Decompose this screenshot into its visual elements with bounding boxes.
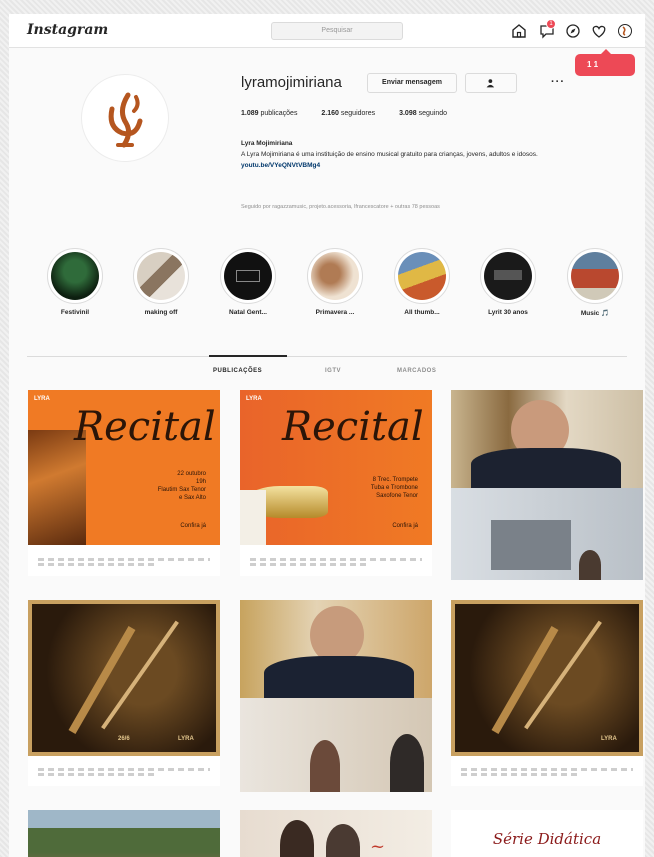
more-options-button[interactable]: ··· xyxy=(551,76,565,88)
instagram-profile-page: Instagram Pesquisar 1 1 1 lyramojimirian… xyxy=(9,14,645,857)
instagram-logo[interactable]: Instagram xyxy=(27,22,108,38)
profile-avatar[interactable] xyxy=(81,74,169,162)
post-concert-cello[interactable]: LYRA 26/6 xyxy=(28,600,220,786)
post-video-call[interactable] xyxy=(451,390,643,580)
home-icon[interactable] xyxy=(511,23,527,39)
followed-by-text[interactable]: Seguido por ragazzamusic, projeto.acesso… xyxy=(241,204,633,210)
highlight-item[interactable]: making off xyxy=(125,248,197,316)
recital-cta: Confira já xyxy=(392,523,418,529)
dm-count-badge: 1 xyxy=(546,19,556,29)
post-serie-didatica[interactable]: Série Didática xyxy=(451,810,643,857)
post-recital-saxophone[interactable]: LYRA Recital 22 outubro 19h Flautim Sax … xyxy=(28,390,220,576)
recital-title: Recital xyxy=(74,404,216,450)
top-navigation-bar: Instagram Pesquisar 1 xyxy=(9,14,645,48)
post-outdoor[interactable] xyxy=(28,810,220,857)
stat-followers[interactable]: 2.160 seguidores xyxy=(321,110,375,117)
highlight-item[interactable]: Primavera ... xyxy=(299,248,371,316)
recital-details: 22 outubro 19h Flautim Sax Tenor e Sax A… xyxy=(157,471,206,501)
post-meta xyxy=(28,552,220,576)
recital-details: 8 Trec. Trompete Tuba e Trombone Saxofon… xyxy=(370,477,418,499)
messenger-icon[interactable]: 1 xyxy=(539,19,556,39)
highlight-item[interactable]: All thumb... xyxy=(386,248,458,316)
post-video-call[interactable] xyxy=(240,600,432,792)
profile-username: lyramojimiriana xyxy=(241,74,342,91)
recital-title: Recital xyxy=(282,404,424,450)
tabs-divider xyxy=(27,356,627,357)
post-concert-cello[interactable]: LYRA xyxy=(451,600,643,786)
post-meta xyxy=(240,552,432,576)
serie-didatica-title: Série Didática xyxy=(492,830,602,848)
stat-following[interactable]: 3.098 seguindo xyxy=(399,110,447,117)
notification-pill[interactable]: 1 1 xyxy=(575,49,635,76)
profile-avatar-icon[interactable] xyxy=(617,23,633,39)
user-check-icon xyxy=(486,79,495,88)
recital-cta: Confira já xyxy=(180,523,206,529)
lyra-logo-icon xyxy=(108,92,143,148)
bio-name: Lyra Mojimiriana xyxy=(241,140,293,147)
explore-icon[interactable] xyxy=(565,23,581,39)
message-button[interactable]: Enviar mensagem xyxy=(367,73,457,93)
highlight-item[interactable]: Lyrit 30 anos xyxy=(472,248,544,316)
active-tab-indicator xyxy=(209,355,287,357)
tab-tagged[interactable]: MARCADOS xyxy=(397,368,436,374)
highlight-item[interactable]: Festivinil xyxy=(39,248,111,316)
tab-posts[interactable]: PUBLICAÇÕES xyxy=(213,368,262,374)
bio-text: A Lyra Mojimiriana é uma instituição de … xyxy=(241,151,538,158)
post-students[interactable]: ~ xyxy=(240,810,432,857)
tab-igtv[interactable]: IGTV xyxy=(325,368,341,374)
following-button[interactable] xyxy=(465,73,517,93)
bio-link[interactable]: youtu.be/VYeQNVtVBMg4 xyxy=(241,160,633,171)
profile-bio: Lyra Mojimiriana A Lyra Mojimiriana é um… xyxy=(241,138,633,171)
highlight-item[interactable]: Natal Gent... xyxy=(212,248,284,316)
heart-icon[interactable] xyxy=(591,23,607,39)
highlight-item[interactable]: Music 🎵 xyxy=(559,248,631,317)
search-input[interactable]: Pesquisar xyxy=(271,22,403,40)
concert-date: 26/6 xyxy=(118,736,130,742)
profile-stats: 1.089 publicações 2.160 seguidores 3.098… xyxy=(241,110,469,117)
stat-posts[interactable]: 1.089 publicações xyxy=(241,110,297,117)
post-meta xyxy=(451,762,643,786)
post-meta xyxy=(28,762,220,786)
post-recital-trumpet[interactable]: LYRA Recital 8 Trec. Trompete Tuba e Tro… xyxy=(240,390,432,576)
